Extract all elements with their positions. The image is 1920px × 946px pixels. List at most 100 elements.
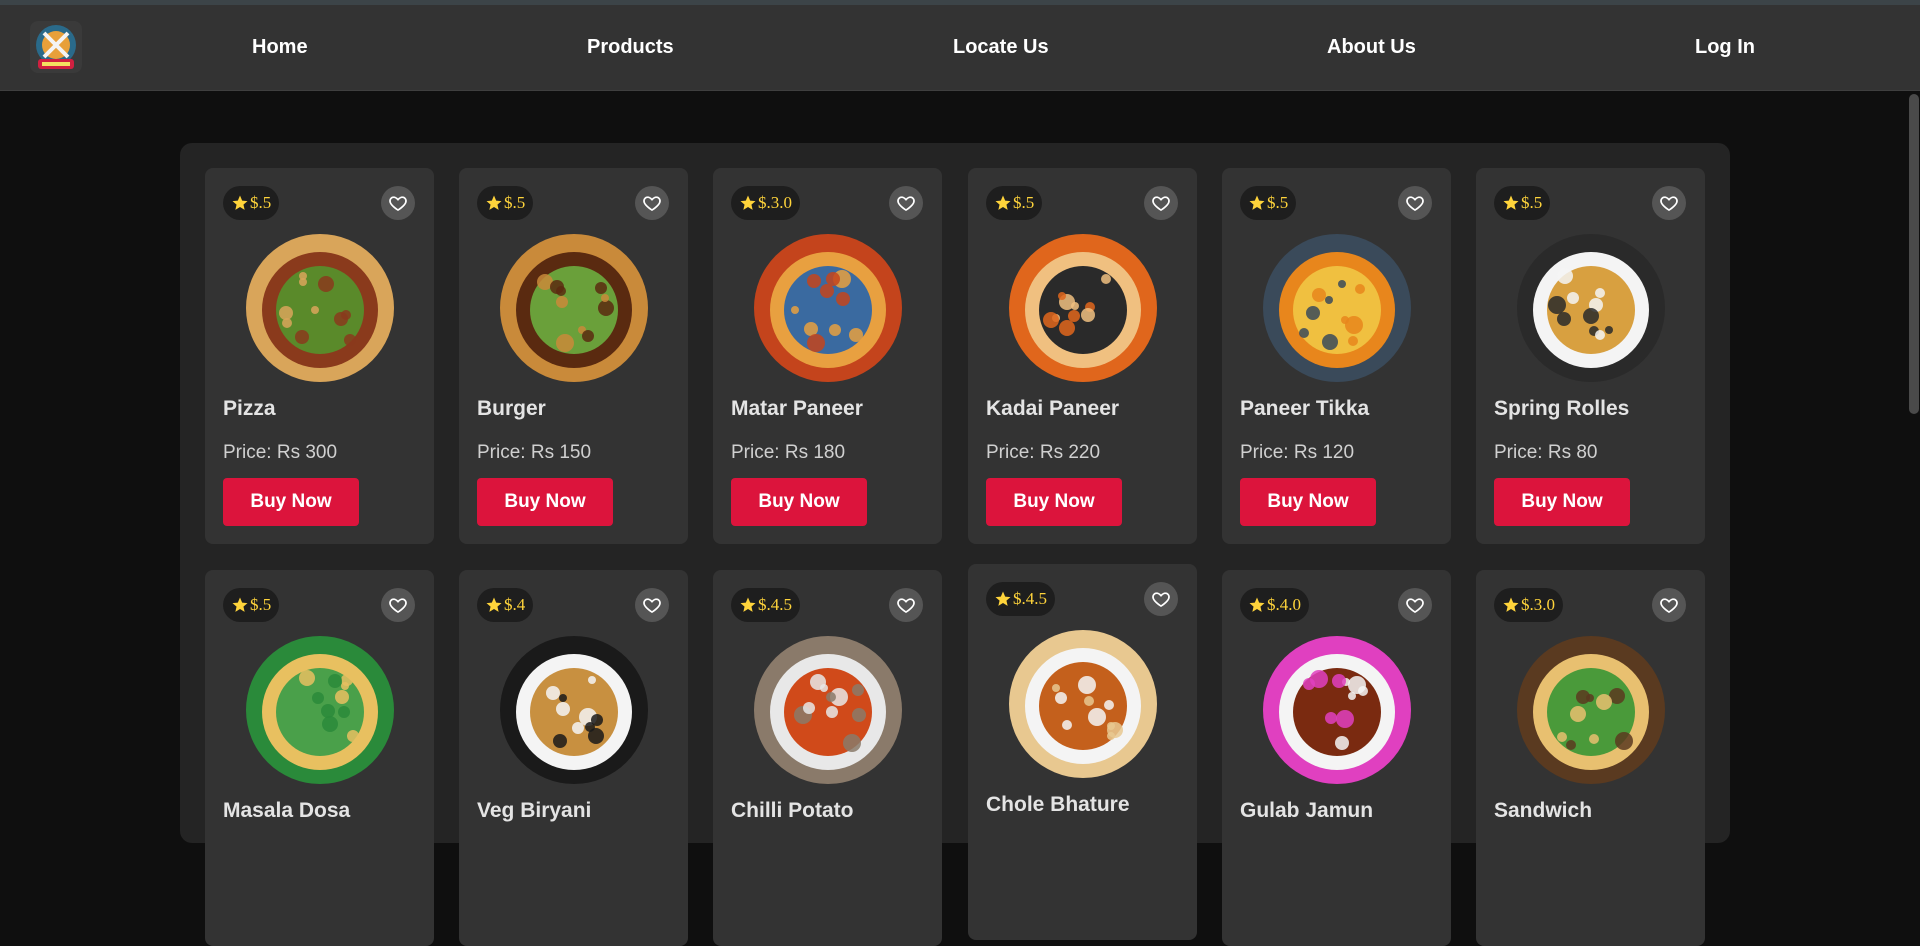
heart-icon	[1152, 592, 1170, 608]
nav-locate-us[interactable]: Locate Us	[953, 36, 1049, 59]
product-card[interactable]: $.5 Masala Dosa	[205, 570, 434, 946]
rating-badge: $.4.5	[986, 582, 1055, 616]
nav-products[interactable]: Products	[587, 36, 674, 59]
product-name: Paneer Tikka	[1240, 397, 1370, 420]
star-icon	[995, 195, 1011, 210]
star-icon	[740, 597, 756, 612]
rating-badge: $.4	[477, 588, 534, 622]
favorite-button[interactable]	[1144, 582, 1178, 616]
food-image-spring-rolls	[1517, 234, 1665, 382]
product-name: Veg Biryani	[477, 799, 592, 822]
food-image-masala-dosa	[246, 636, 394, 784]
product-name: Chole Bhature	[986, 793, 1130, 816]
favorite-button[interactable]	[1652, 588, 1686, 622]
favorite-button[interactable]	[1398, 588, 1432, 622]
product-card[interactable]: $.5 Burger Price: Rs 150 Buy Now	[459, 168, 688, 544]
product-price: Price: Rs 180	[731, 442, 846, 463]
favorite-button[interactable]	[1652, 186, 1686, 220]
product-card[interactable]: $.3.0 Matar Paneer Price: Rs 180 Buy Now	[713, 168, 942, 544]
heart-icon	[897, 598, 915, 614]
heart-icon	[897, 196, 915, 212]
buy-now-button[interactable]: Buy Now	[477, 478, 613, 526]
buy-now-button[interactable]: Buy Now	[1240, 478, 1376, 526]
product-name: Pizza	[223, 397, 276, 420]
heart-icon	[1660, 196, 1678, 212]
favorite-button[interactable]	[1144, 186, 1178, 220]
product-price: Price: Rs 220	[986, 442, 1101, 463]
favorite-button[interactable]	[1398, 186, 1432, 220]
heart-icon	[643, 598, 661, 614]
favorite-button[interactable]	[889, 186, 923, 220]
product-card[interactable]: $.4.0 Gulab Jamun	[1222, 570, 1451, 946]
rating-badge: $.5	[1494, 186, 1551, 220]
rating-badge: $.5	[477, 186, 534, 220]
scrollbar-thumb[interactable]	[1909, 94, 1919, 414]
heart-icon	[389, 196, 407, 212]
product-card[interactable]: $.4 Veg Biryani	[459, 570, 688, 946]
nav-home[interactable]: Home	[252, 36, 308, 59]
site-logo[interactable]	[30, 21, 82, 73]
product-name: Chilli Potato	[731, 799, 854, 822]
rating-badge: $.3.0	[731, 186, 800, 220]
rating-value: $.4.5	[758, 595, 792, 614]
favorite-button[interactable]	[635, 186, 669, 220]
star-icon	[1503, 597, 1519, 612]
rating-value: $.5	[250, 595, 272, 614]
star-icon	[740, 195, 756, 210]
food-image-sandwich	[1517, 636, 1665, 784]
food-image-veg-biryani	[500, 636, 648, 784]
product-card[interactable]: $.5 Spring Rolles Price: Rs 80 Buy Now	[1476, 168, 1705, 544]
buy-now-button[interactable]: Buy Now	[1494, 478, 1630, 526]
star-icon	[1249, 597, 1265, 612]
buy-now-button[interactable]: Buy Now	[986, 478, 1122, 526]
buy-now-button[interactable]: Buy Now	[731, 478, 867, 526]
product-card[interactable]: $.5 Pizza Price: Rs 300 Buy Now	[205, 168, 434, 544]
rating-value: $.5	[1267, 193, 1289, 212]
product-price: Price: Rs 80	[1494, 442, 1598, 463]
product-price: Price: Rs 300	[223, 442, 338, 463]
favorite-button[interactable]	[381, 588, 415, 622]
star-icon	[232, 597, 248, 612]
rating-value: $.5	[1013, 193, 1035, 212]
food-image-matar-paneer	[754, 234, 902, 382]
rating-badge: $.5	[223, 186, 280, 220]
star-icon	[995, 591, 1011, 606]
heart-icon	[1152, 196, 1170, 212]
rating-value: $.5	[250, 193, 272, 212]
favorite-button[interactable]	[381, 186, 415, 220]
nav-about-us[interactable]: About Us	[1327, 36, 1416, 59]
product-card[interactable]: $.5 Kadai Paneer Price: Rs 220 Buy Now	[968, 168, 1197, 544]
food-image-chole-bhature	[1009, 630, 1157, 778]
heart-icon	[389, 598, 407, 614]
rating-badge: $.5	[986, 186, 1043, 220]
food-image-kadai-paneer	[1009, 234, 1157, 382]
product-name: Gulab Jamun	[1240, 799, 1374, 822]
food-image-gulab-jamun	[1263, 636, 1411, 784]
navbar: Home Products Locate Us About Us Log In	[0, 5, 1920, 91]
heart-icon	[643, 196, 661, 212]
product-card[interactable]: $.5 Paneer Tikka Price: Rs 120 Buy Now	[1222, 168, 1451, 544]
rating-value: $.5	[1521, 193, 1543, 212]
heart-icon	[1406, 196, 1424, 212]
product-card[interactable]: $.3.0 Sandwich	[1476, 570, 1705, 946]
star-icon	[486, 597, 502, 612]
rating-value: $.3.0	[1521, 595, 1555, 614]
rating-value: $.3.0	[758, 193, 792, 212]
product-name: Kadai Paneer	[986, 397, 1120, 420]
product-name: Burger	[477, 397, 546, 420]
products-panel: $.5 Pizza Price: Rs 300 Buy Now $.5 Burger Pri…	[180, 143, 1730, 946]
nav-log-in[interactable]: Log In	[1695, 36, 1755, 59]
rating-value: $.4.0	[1267, 595, 1301, 614]
product-price: Price: Rs 150	[477, 442, 592, 463]
product-card[interactable]: $.4.5 Chilli Potato	[713, 570, 942, 946]
favorite-button[interactable]	[889, 588, 923, 622]
rating-value: $.4	[504, 595, 526, 614]
product-name: Masala Dosa	[223, 799, 351, 822]
food-image-paneer-tikka	[1263, 234, 1411, 382]
star-icon	[486, 195, 502, 210]
rating-value: $.5	[504, 193, 526, 212]
product-card[interactable]: $.4.5 Chole Bhature	[968, 564, 1197, 940]
product-name: Spring Rolles	[1494, 397, 1630, 420]
buy-now-button[interactable]: Buy Now	[223, 478, 359, 526]
favorite-button[interactable]	[635, 588, 669, 622]
